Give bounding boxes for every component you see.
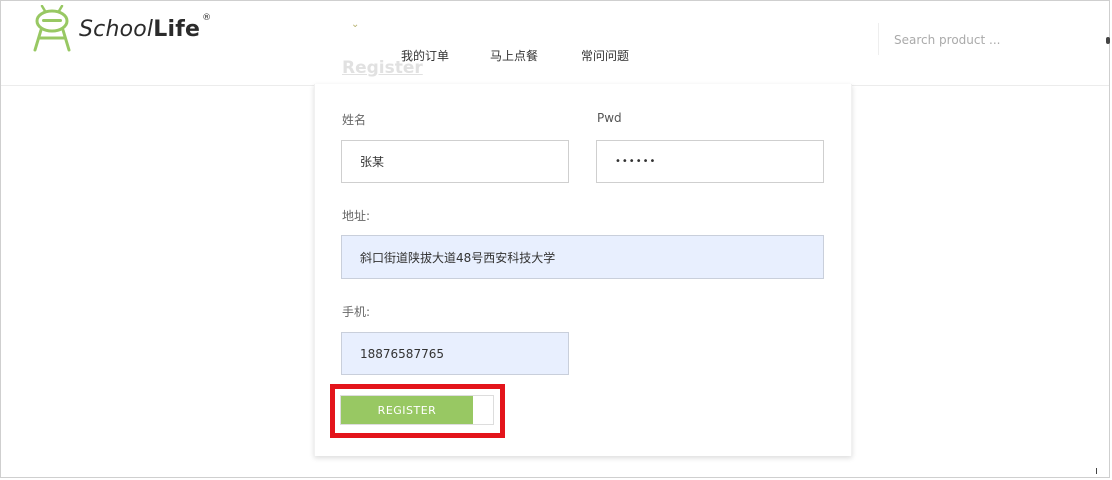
password-field[interactable]: ••••••: [596, 140, 824, 183]
address-label: 地址:: [342, 209, 371, 223]
brand-name: SchoolLife ®: [79, 13, 211, 42]
address-field[interactable]: 斜口街道陕拔大道48号西安科技大学: [341, 235, 824, 279]
password-field-value: ••••••: [615, 156, 657, 167]
register-button-highlight: [330, 384, 505, 438]
register-button-area: REGISTER: [330, 384, 505, 438]
nav-faq[interactable]: 常问问题: [581, 47, 629, 64]
corner-mark: [1096, 468, 1097, 474]
chevron-down-icon[interactable]: ⌄: [351, 19, 359, 30]
site-header: SchoolLife ® ⌄ 我的订单 马上点餐 常问问题: [1, 1, 1110, 86]
phone-label: 手机:: [342, 305, 371, 319]
phone-field[interactable]: 18876587765: [341, 332, 569, 375]
brand-logo[interactable]: SchoolLife ®: [29, 5, 211, 53]
name-field-value: 张某: [360, 155, 385, 169]
pwd-label: Pwd: [597, 111, 622, 125]
register-title[interactable]: Register: [342, 58, 423, 78]
brand-name-life: Life: [153, 16, 201, 42]
name-label: 姓名: [342, 113, 367, 127]
search-icon[interactable]: [1106, 37, 1110, 44]
nav-order-now[interactable]: 马上点餐: [490, 47, 538, 64]
robot-head-icon: [33, 5, 71, 52]
address-field-value: 斜口街道陕拔大道48号西安科技大学: [360, 250, 556, 265]
search-divider: [878, 23, 879, 55]
name-field[interactable]: 张某: [341, 140, 569, 183]
registered-mark: ®: [202, 12, 212, 23]
phone-field-value: 18876587765: [360, 346, 444, 361]
search-input[interactable]: [894, 29, 1094, 51]
brand-name-school: School: [79, 16, 154, 42]
